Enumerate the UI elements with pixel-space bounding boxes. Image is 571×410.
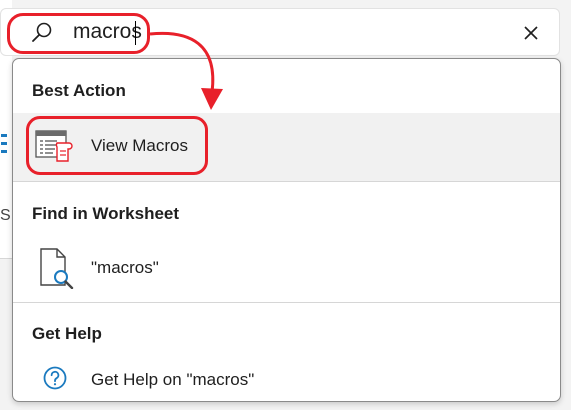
annotation-highlight-view-macros [26,116,208,175]
help-icon [43,366,67,390]
search-results-dropdown: Best Action View Macros Find in Workshee… [12,58,561,402]
background-text-fragment: Sc [0,207,10,224]
annotation-highlight-search [7,13,150,54]
ribbon-lines-icon [1,134,7,158]
section-divider [13,302,560,303]
result-find-macros[interactable]: "macros" [13,235,560,303]
result-get-help[interactable]: Get Help on "macros" [13,347,560,401]
close-icon[interactable] [521,23,541,43]
find-document-icon [40,248,74,289]
result-label: Get Help on "macros" [91,370,255,389]
section-divider [13,181,560,182]
section-header-find-in-worksheet: Find in Worksheet [32,204,180,223]
result-label: "macros" [91,258,159,277]
section-header-best-action: Best Action [32,81,126,100]
section-header-get-help: Get Help [32,324,102,343]
sheet-edge [0,58,12,259]
